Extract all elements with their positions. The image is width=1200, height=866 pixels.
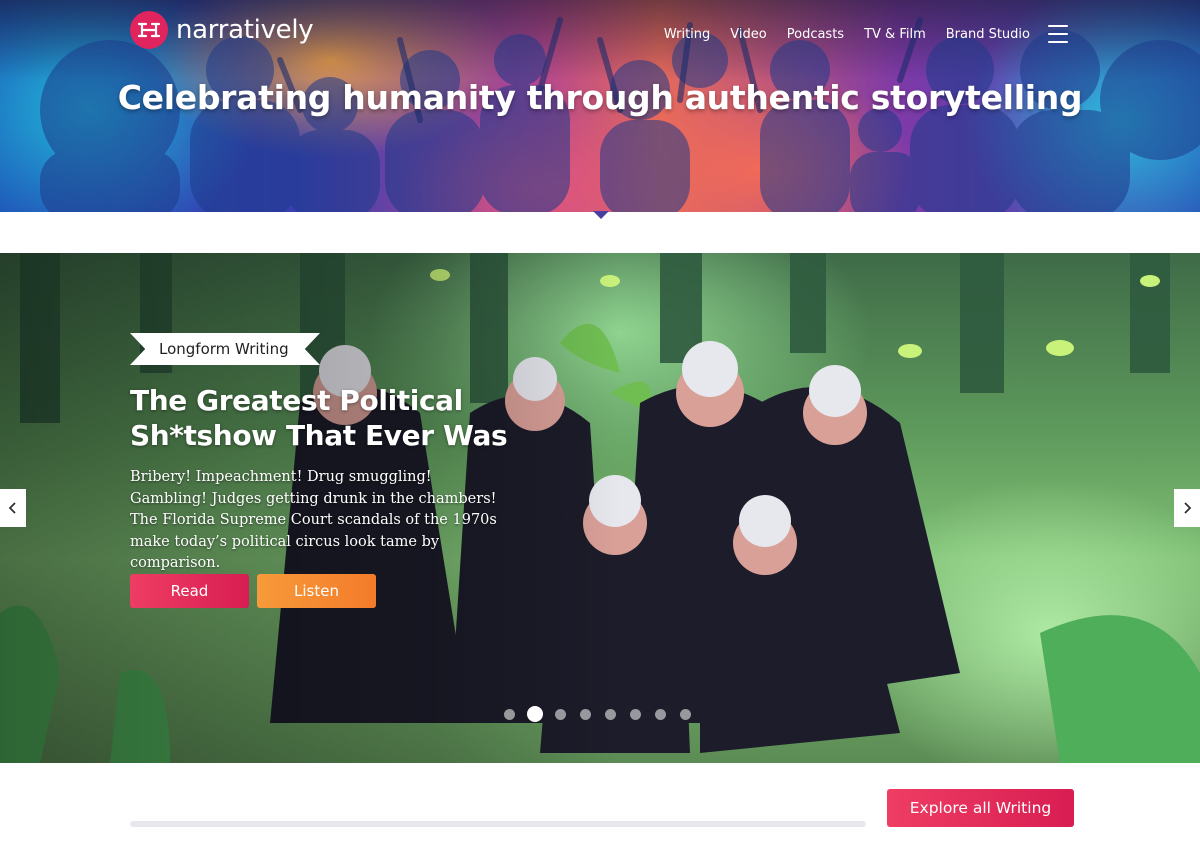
chevron-left-icon (8, 502, 16, 514)
narratively-logo-icon (130, 11, 168, 49)
slider-dot[interactable] (655, 708, 666, 720)
feature-slider: Longform Writing The Greatest Political … (0, 253, 1200, 763)
slider-dot[interactable] (555, 708, 566, 720)
feature-title[interactable]: The Greatest Political Sh*tshow That Eve… (130, 383, 550, 453)
slider-dot[interactable] (680, 708, 691, 720)
nav-item-video[interactable]: Video (730, 27, 766, 42)
read-button[interactable]: Read (130, 574, 249, 608)
slider-dot[interactable] (527, 706, 543, 722)
slider-dot[interactable] (630, 708, 641, 720)
slider-dot[interactable] (605, 708, 616, 720)
brand-name: narratively (176, 15, 314, 45)
nav-item-brand-studio[interactable]: Brand Studio (946, 27, 1030, 42)
slider-pagination (504, 706, 705, 722)
slider-dot[interactable] (580, 708, 591, 720)
explore-writing-button[interactable]: Explore all Writing (887, 789, 1074, 827)
main-nav: Writing Video Podcasts TV & Film Brand S… (644, 25, 1068, 43)
hero-banner: narratively Writing Video Podcasts TV & … (0, 0, 1200, 212)
hero-tagline: Celebrating humanity through authentic s… (117, 78, 1083, 117)
slider-dot[interactable] (504, 708, 515, 720)
nav-item-writing[interactable]: Writing (664, 27, 710, 42)
category-ribbon[interactable]: Longform Writing (130, 333, 320, 365)
nav-item-tv-film[interactable]: TV & Film (864, 27, 926, 42)
slider-prev-button[interactable] (0, 489, 26, 527)
chevron-right-icon (1184, 502, 1192, 514)
feature-dek: Bribery! Impeachment! Drug smuggling! Ga… (130, 469, 497, 571)
hero-caret-icon (593, 211, 609, 219)
section-divider (130, 821, 866, 827)
nav-item-podcasts[interactable]: Podcasts (787, 27, 844, 42)
brand-logo[interactable]: narratively (130, 11, 314, 49)
listen-button[interactable]: Listen (257, 574, 376, 608)
hamburger-icon[interactable] (1048, 25, 1068, 43)
slider-next-button[interactable] (1174, 489, 1200, 527)
